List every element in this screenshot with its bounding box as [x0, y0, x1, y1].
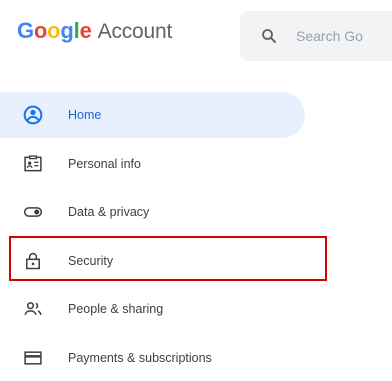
search-icon[interactable]: [260, 27, 278, 45]
sidebar-item-label: Security: [68, 254, 114, 268]
sidebar-item-payments[interactable]: Payments & subscriptions: [0, 335, 305, 381]
google-logo: Google: [17, 18, 92, 44]
header: Google Account Search Go: [0, 0, 392, 74]
home-icon: [23, 105, 43, 125]
sidebar-item-security[interactable]: Security: [0, 238, 305, 284]
sidebar-item-label: People & sharing: [68, 302, 164, 316]
sidebar-item-data-privacy[interactable]: Data & privacy: [0, 189, 305, 235]
sidebar-item-label: Data & privacy: [68, 205, 150, 219]
sidebar-item-personal-info[interactable]: Personal info: [0, 141, 305, 187]
people-icon: [23, 299, 43, 319]
personal-info-icon: [23, 154, 43, 174]
search-input[interactable]: Search Go: [296, 28, 363, 44]
sidebar-item-people-sharing[interactable]: People & sharing: [0, 286, 305, 332]
logo-letter: o: [47, 18, 61, 43]
logo-letter: G: [17, 18, 34, 43]
credit-card-icon: [23, 348, 43, 368]
lock-icon: [23, 251, 43, 271]
sidebar-item-label: Home: [68, 108, 102, 122]
product-name: Account: [97, 20, 173, 43]
toggle-icon: [23, 202, 43, 222]
sidebar-item-label: Personal info: [68, 157, 141, 171]
logo-letter: e: [79, 18, 92, 43]
search-bar[interactable]: Search Go: [240, 11, 392, 61]
sidebar-item-home[interactable]: Home: [0, 92, 305, 138]
logo-letter: g: [60, 18, 74, 43]
google-account-brand[interactable]: Google Account: [17, 18, 172, 44]
logo-letter: o: [33, 18, 48, 43]
sidebar-item-label: Payments & subscriptions: [68, 351, 212, 365]
